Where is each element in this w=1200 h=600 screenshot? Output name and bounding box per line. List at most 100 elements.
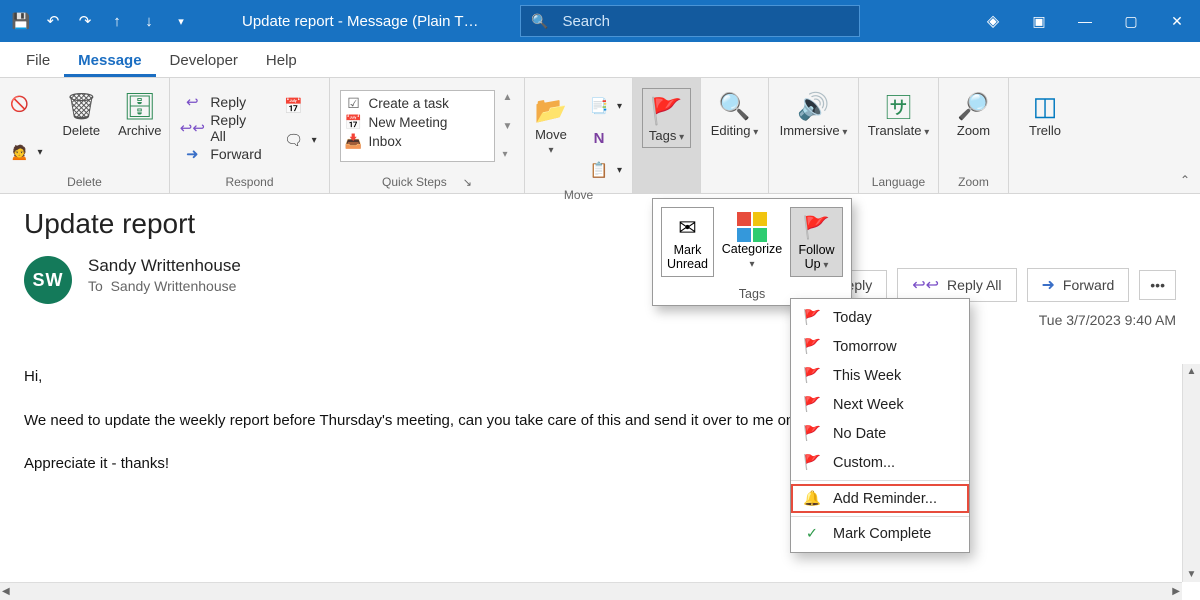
tab-help[interactable]: Help <box>252 46 311 77</box>
categorize-button[interactable]: Categorize <box>722 207 782 277</box>
scroll-right-icon[interactable]: ▶ <box>1172 586 1180 597</box>
flag-icon: 🚩 <box>650 93 682 129</box>
body-line: We need to update the weekly report befo… <box>24 408 1176 434</box>
flag-icon: 🚩 <box>803 396 821 413</box>
qs-up-icon[interactable]: ▲ <box>503 92 513 103</box>
next-item-icon[interactable]: ↓ <box>136 8 162 34</box>
reply-all-button[interactable]: ↩↩Reply All <box>178 116 265 140</box>
junk-icon[interactable]: 🙍▾ <box>6 140 47 164</box>
ribbon-tabs: File Message Developer Help <box>0 42 1200 78</box>
body-line: Hi, <box>24 364 1176 390</box>
qs-create-task[interactable]: ☑Create a task <box>345 95 490 112</box>
title-bar: 💾 ↶ ↷ ↑ ↓ ▾ Update report - Message (Pla… <box>0 0 1200 42</box>
trash-icon: 🗑 <box>65 88 98 124</box>
reply-all-icon: ↩↩ <box>912 275 939 295</box>
tab-developer[interactable]: Developer <box>156 46 252 77</box>
action-forward[interactable]: ➜Forward <box>1027 268 1130 302</box>
action-more[interactable]: ••• <box>1139 270 1176 300</box>
undo-icon[interactable]: ↶ <box>40 8 66 34</box>
redo-icon[interactable]: ↷ <box>72 8 98 34</box>
move-button[interactable]: 📂 Move <box>527 88 575 161</box>
editing-button[interactable]: 🔍 Editing <box>705 84 765 142</box>
ribbon-display-icon[interactable]: ▣ <box>1016 0 1062 42</box>
message-date: Tue 3/7/2023 9:40 AM <box>1039 312 1176 328</box>
followup-mark-complete[interactable]: ✓Mark Complete <box>791 520 969 548</box>
group-quicksteps: ☑Create a task 📅New Meeting 📥Inbox ▲ ▼ ▾… <box>330 78 525 193</box>
save-icon[interactable]: 💾 <box>8 8 34 34</box>
group-trello: ◫ Trello <box>1009 78 1081 193</box>
search-box[interactable]: 🔍 Search <box>520 5 860 37</box>
ribbon-collapse-icon[interactable]: ⌃ <box>1180 173 1190 187</box>
qs-inbox[interactable]: 📥Inbox <box>345 133 490 150</box>
ignore-icon[interactable]: 🚫 <box>6 92 47 116</box>
find-icon: 🔍 <box>718 88 750 124</box>
followup-custom[interactable]: 🚩Custom... <box>791 448 969 477</box>
tags-button[interactable]: 🚩 Tags <box>642 88 691 148</box>
translate-button[interactable]: 🈂 Translate <box>862 84 936 142</box>
message-body: Hi, We need to update the weekly report … <box>0 304 1200 477</box>
trello-button[interactable]: ◫ Trello <box>1021 84 1069 142</box>
window-buttons: ◈ ▣ — ▢ ✕ <box>970 0 1200 42</box>
scroll-down-icon[interactable]: ▼ <box>1187 569 1197 580</box>
quick-access-toolbar: 💾 ↶ ↷ ↑ ↓ ▾ <box>0 8 202 34</box>
delete-button[interactable]: 🗑 Delete <box>57 84 107 142</box>
group-delete: 🚫 🙍▾ 🗑 Delete 🗄 Archive Delete <box>0 78 170 193</box>
flag-icon: 🚩 <box>803 367 821 384</box>
vertical-scrollbar[interactable]: ▲ ▼ <box>1182 364 1200 582</box>
group-respond: ↩Reply ↩↩Reply All ➜Forward 📅 🗨▾ Respond <box>170 78 330 193</box>
qs-more-icon[interactable]: ▾ <box>503 149 513 160</box>
body-line: Appreciate it - thanks! <box>24 451 1176 477</box>
followup-this-week[interactable]: 🚩This Week <box>791 361 969 390</box>
tab-message[interactable]: Message <box>64 46 155 77</box>
minimize-button[interactable]: — <box>1062 0 1108 42</box>
scroll-up-icon[interactable]: ▲ <box>1187 366 1197 377</box>
action-reply-all[interactable]: ↩↩Reply All <box>897 268 1016 302</box>
followup-add-reminder[interactable]: 🔔Add Reminder... <box>791 484 969 513</box>
zoom-button[interactable]: 🔎 Zoom <box>950 84 998 142</box>
more-respond-icon[interactable]: 🗨▾ <box>280 128 321 152</box>
prev-item-icon[interactable]: ↑ <box>104 8 130 34</box>
followup-today[interactable]: 🚩Today <box>791 303 969 332</box>
tab-file[interactable]: File <box>12 46 64 77</box>
immersive-button[interactable]: 🔊 Immersive <box>774 84 854 142</box>
group-label-delete: Delete <box>67 173 102 193</box>
maximize-button[interactable]: ▢ <box>1108 0 1154 42</box>
ribbon: 🚫 🙍▾ 🗑 Delete 🗄 Archive Delete ↩Reply ↩↩… <box>0 78 1200 194</box>
onenote-icon[interactable]: N <box>585 126 626 150</box>
mark-unread-button[interactable]: ✉ Mark Unread <box>661 207 714 277</box>
horizontal-scrollbar[interactable]: ◀ ▶ <box>0 582 1182 600</box>
forward-icon: ➜ <box>1042 275 1055 295</box>
forward-button[interactable]: ➜Forward <box>178 142 265 166</box>
group-label-quicksteps: Quick Steps↘ <box>382 173 472 193</box>
categorize-icon <box>737 211 767 243</box>
from-name: Sandy Writtenhouse <box>88 256 241 276</box>
scroll-left-icon[interactable]: ◀ <box>2 586 10 597</box>
search-placeholder: Search <box>562 13 610 30</box>
followup-no-date[interactable]: 🚩No Date <box>791 419 969 448</box>
rules-icon[interactable]: 📑▾ <box>585 94 626 118</box>
followup-next-week[interactable]: 🚩Next Week <box>791 390 969 419</box>
qat-customize-icon[interactable]: ▾ <box>168 8 194 34</box>
follow-up-button[interactable]: 🚩 Follow Up <box>790 207 843 277</box>
flag-icon: 🚩 <box>803 212 830 244</box>
close-button[interactable]: ✕ <box>1154 0 1200 42</box>
flag-icon: 🚩 <box>803 425 821 442</box>
quicksteps-gallery[interactable]: ☑Create a task 📅New Meeting 📥Inbox <box>340 90 495 162</box>
flag-icon: 🚩 <box>803 454 821 471</box>
archive-button[interactable]: 🗄 Archive <box>112 84 167 142</box>
group-zoom: 🔎 Zoom Zoom <box>939 78 1009 193</box>
followup-tomorrow[interactable]: 🚩Tomorrow <box>791 332 969 361</box>
qs-down-icon[interactable]: ▼ <box>503 121 513 132</box>
meeting-reply-icon[interactable]: 📅 <box>280 94 321 118</box>
archive-icon: 🗄 <box>123 88 156 124</box>
envelope-icon: ✉ <box>678 212 696 244</box>
actions-icon[interactable]: 📋▾ <box>585 158 626 182</box>
group-label-respond: Respond <box>225 173 273 193</box>
qs-new-meeting[interactable]: 📅New Meeting <box>345 114 490 131</box>
message-subject: Update report <box>24 208 1176 240</box>
premium-icon[interactable]: ◈ <box>970 0 1016 42</box>
reply-button[interactable]: ↩Reply <box>178 90 265 114</box>
tags-popout: ✉ Mark Unread Categorize 🚩 Follow Up Tag… <box>652 198 852 306</box>
search-icon: 🔍 <box>531 13 548 30</box>
bell-icon: 🔔 <box>803 490 821 507</box>
